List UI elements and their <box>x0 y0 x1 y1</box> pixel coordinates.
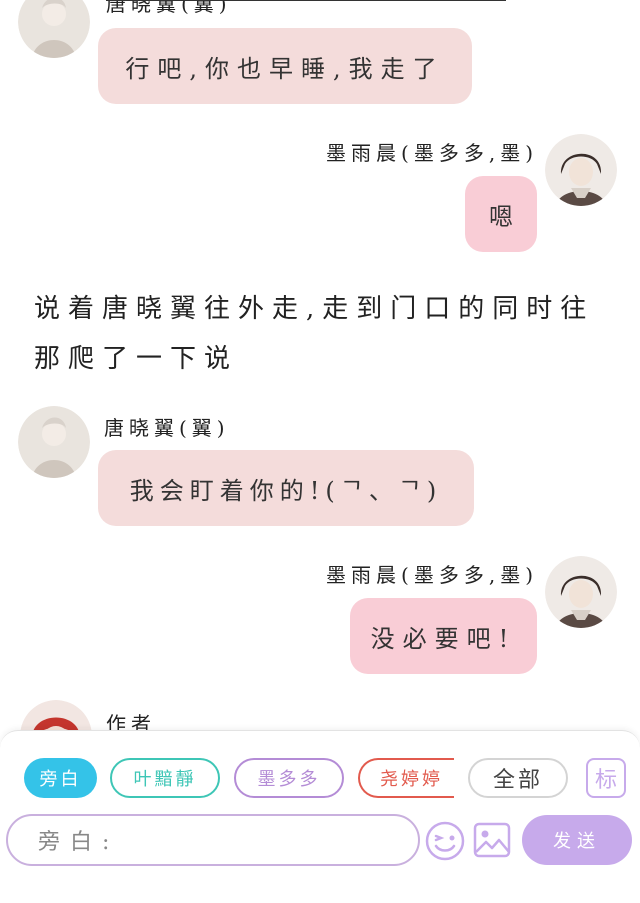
sender-name: 墨雨晨(墨多多,墨) <box>326 141 538 165</box>
chip-all[interactable]: 全部 <box>468 758 568 798</box>
sender-name: 墨雨晨(墨多多,墨) <box>326 563 538 587</box>
narration-input[interactable]: 旁白: <box>6 814 420 866</box>
chip-narration[interactable]: 旁白 <box>24 758 97 798</box>
chip-character-yao[interactable]: 尧婷婷 <box>358 758 454 798</box>
chip-label: 尧婷婷 <box>380 769 443 790</box>
avatar-tang-xiaoyi[interactable] <box>18 0 90 58</box>
message-bubble: 我会盯着你的!(ᄀ、ᄀ) <box>98 450 474 526</box>
sender-name: 唐晓翼(翼) <box>104 416 230 440</box>
chip-character-ye[interactable]: 叶黯靜 <box>110 758 220 798</box>
divider <box>106 0 506 1</box>
avatar-mo-yuchen[interactable] <box>545 134 617 206</box>
emoji-icon[interactable] <box>424 820 466 862</box>
avatar-mo-yuchen[interactable] <box>545 556 617 628</box>
chip-character-mo[interactable]: 墨多多 <box>234 758 344 798</box>
sender-name: 唐晓翼(翼) <box>106 0 232 16</box>
flag-button[interactable]: 标 <box>586 758 626 798</box>
send-button[interactable]: 发送 <box>522 815 632 865</box>
narration-text: 说着唐晓翼往外走,走到门口的同时往那爬了一下说 <box>34 294 595 374</box>
message-bubble: 行吧,你也早睡,我走了 <box>98 28 472 104</box>
message-bubble: 没必要吧! <box>350 598 537 674</box>
message-bubble: 嗯 <box>465 176 537 252</box>
image-icon[interactable] <box>472 820 512 862</box>
input-placeholder: 旁白: <box>38 830 120 855</box>
avatar-tang-xiaoyi[interactable] <box>18 406 90 478</box>
